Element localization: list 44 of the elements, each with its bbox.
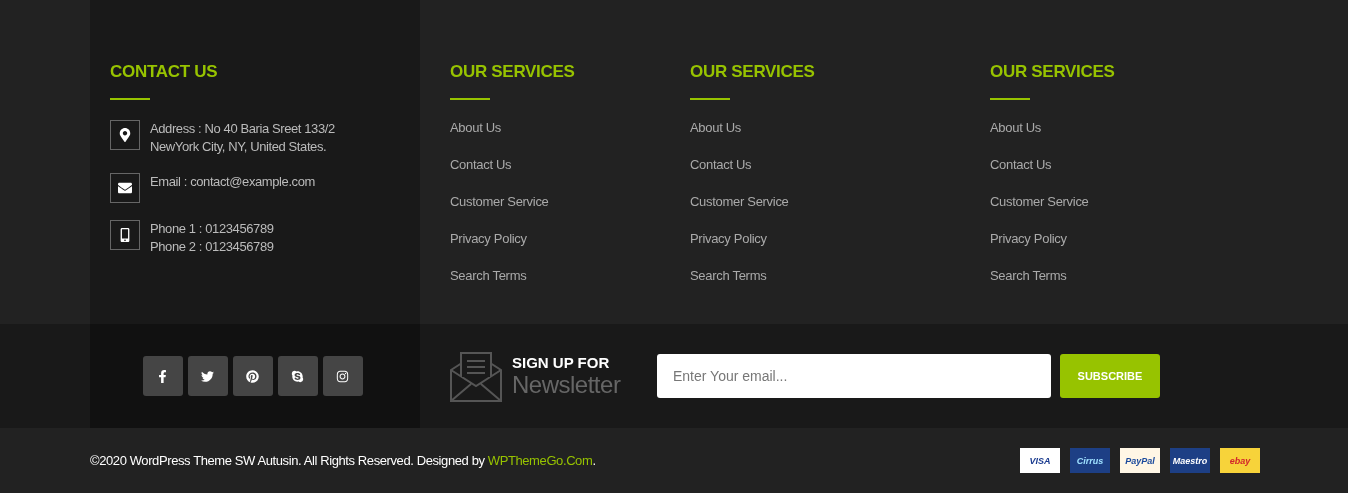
footer-link[interactable]: Customer Service [450, 194, 690, 210]
section-title: OUR SERVICES [990, 62, 1116, 82]
footer-link[interactable]: Customer Service [690, 194, 990, 210]
footer-link[interactable]: Privacy Policy [450, 231, 690, 247]
footer-link[interactable]: Contact Us [990, 157, 1290, 173]
envelope-icon [110, 173, 140, 203]
footer-link[interactable]: Privacy Policy [990, 231, 1290, 247]
payment-card-logo: PayPal [1120, 448, 1160, 473]
pinterest-icon[interactable] [232, 356, 273, 396]
payment-card-logo: ebay [1220, 448, 1260, 473]
email-input[interactable]: Enter Your email... [657, 354, 1051, 398]
location-pin-icon [110, 120, 140, 150]
payment-card-logo: VISA [1020, 448, 1060, 473]
instagram-icon[interactable] [322, 356, 363, 396]
footer-link[interactable]: About Us [690, 120, 990, 136]
newsletter-subtitle: Newsletter [512, 370, 622, 399]
facebook-icon[interactable] [142, 356, 183, 396]
payment-card-logo: Maestro [1170, 448, 1210, 473]
footer-link[interactable]: Search Terms [990, 268, 1290, 284]
footer-link[interactable]: Privacy Policy [690, 231, 990, 247]
footer-link[interactable]: About Us [450, 120, 690, 136]
section-title: OUR SERVICES [690, 62, 816, 82]
footer-link[interactable]: Search Terms [450, 268, 690, 284]
newsletter-title: SIGN UP FOR [512, 353, 611, 371]
contact-text: Phone 1 : 0123456789 Phone 2 : 0123456789 [150, 220, 274, 256]
footer-link[interactable]: Contact Us [450, 157, 690, 173]
title-underline [990, 98, 1030, 100]
footer-link[interactable]: About Us [990, 120, 1290, 136]
title-underline [110, 98, 150, 100]
footer-link[interactable]: Contact Us [690, 157, 990, 173]
footer-link[interactable]: Customer Service [990, 194, 1290, 210]
footer-link[interactable]: Search Terms [690, 268, 990, 284]
envelope-letter-icon [450, 350, 502, 402]
twitter-icon[interactable] [187, 356, 228, 396]
contact-text: Address : No 40 Baria Sreet 133/2 NewYork City, NY, United States. [150, 120, 335, 156]
mobile-phone-icon [110, 220, 140, 250]
section-title: OUR SERVICES [450, 62, 576, 82]
title-underline [450, 98, 490, 100]
skype-icon[interactable] [277, 356, 318, 396]
contact-text: Email : contact@example.com [150, 173, 315, 191]
payment-card-logo: Cirrus [1070, 448, 1110, 473]
section-title: CONTACT US [110, 62, 219, 82]
title-underline [690, 98, 730, 100]
copyright-text: ©2020 WordPress Theme SW Autusin. All Rights Reserved. Designed by WPThemeGo.Com. [90, 453, 596, 468]
